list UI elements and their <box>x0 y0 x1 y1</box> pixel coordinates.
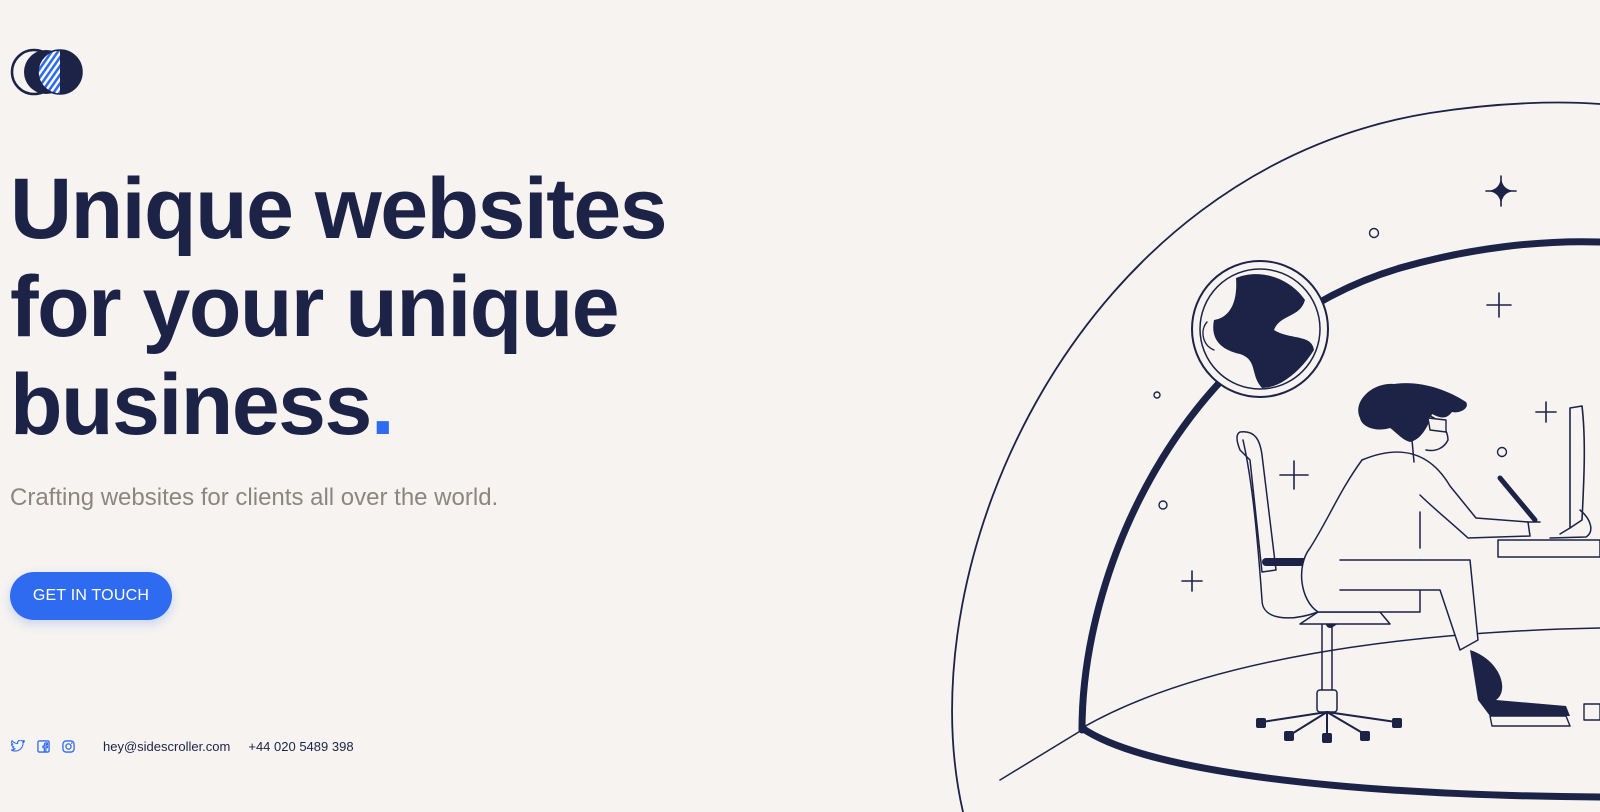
headline-line-3-text: business <box>10 357 372 453</box>
hero-headline: Unique websites for your unique business… <box>10 160 770 454</box>
contact-phone[interactable]: +44 020 5489 398 <box>248 739 353 754</box>
headline-line-1: Unique websites <box>10 161 668 257</box>
contact-email[interactable]: hey@sidescroller.com <box>103 739 230 754</box>
headline-line-2: for your unique <box>10 259 620 355</box>
contact-footer: hey@sidescroller.com +44 020 5489 398 <box>10 738 354 754</box>
hero-subtitle: Crafting websites for clients all over t… <box>10 484 499 511</box>
logo-icon[interactable] <box>10 48 86 96</box>
get-in-touch-button[interactable]: GET IN TOUCH <box>10 572 172 620</box>
headline-line-3: business. <box>10 356 770 454</box>
instagram-icon[interactable] <box>60 738 76 754</box>
facebook-icon[interactable] <box>35 738 51 754</box>
person-at-desk-in-dome-illustration <box>951 101 1600 812</box>
headline-accent-dot: . <box>370 357 395 453</box>
twitter-icon[interactable] <box>10 738 26 754</box>
